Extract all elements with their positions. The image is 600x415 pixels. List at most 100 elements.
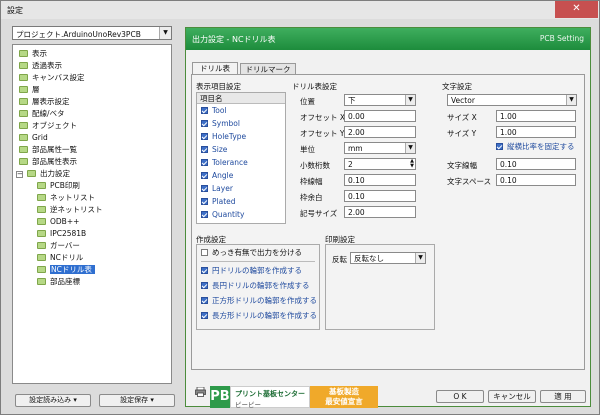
settings-tree[interactable]: 表示 透過表示 キャンバス設定 層 層表示設定 配線/ベタ オブジェクト Gri…: [12, 44, 172, 384]
apply-button[interactable]: 適 用: [540, 390, 586, 403]
ad-banner[interactable]: PB プリント基板センター ピーピー 基板製造 最安値宣言: [210, 386, 378, 409]
chevron-down-icon[interactable]: ▼: [405, 95, 415, 105]
checkbox-checked-icon[interactable]: [201, 133, 208, 140]
unit-select[interactable]: mm ▼: [344, 142, 416, 154]
checkbox-checked-icon[interactable]: [201, 120, 208, 127]
folder-icon: [37, 242, 46, 249]
checkbox-checked-icon[interactable]: [201, 146, 208, 153]
size-y-input[interactable]: 1.00: [496, 126, 576, 138]
ok-button[interactable]: O K: [436, 390, 484, 403]
list-item[interactable]: Tolerance: [201, 157, 248, 169]
tree-item-output[interactable]: 出力設定: [27, 168, 70, 180]
chevron-down-icon[interactable]: ▼: [405, 143, 415, 153]
create-rect-checkbox[interactable]: 長方形ドリルの輪郭を作成する: [201, 310, 317, 322]
list-item[interactable]: Size: [201, 144, 227, 156]
frame-width-input[interactable]: 0.10: [344, 174, 416, 186]
char-space-input[interactable]: 0.10: [496, 174, 576, 186]
tree-item-object[interactable]: オブジェクト: [19, 120, 77, 132]
checkbox-empty-icon[interactable]: [201, 249, 208, 256]
checkbox-checked-icon[interactable]: [496, 143, 503, 150]
window-title: 設定: [7, 6, 23, 15]
stroke-width-input[interactable]: 0.10: [496, 158, 576, 170]
offset-x-input[interactable]: 0.00: [344, 110, 416, 122]
list-item[interactable]: Layer: [201, 183, 233, 195]
tree-item-pcb-print[interactable]: PCB印刷: [37, 180, 80, 192]
folder-icon: [27, 170, 36, 177]
font-select[interactable]: Vector ▼: [447, 94, 577, 106]
create-circle-checkbox[interactable]: 円ドリルの輪郭を作成する: [201, 265, 302, 277]
tree-item-layer[interactable]: 層: [19, 84, 40, 96]
ad-middle: プリント基板センター ピーピー: [230, 386, 310, 409]
size-x-input[interactable]: 1.00: [496, 110, 576, 122]
frame-margin-input[interactable]: 0.10: [344, 190, 416, 202]
create-oval-checkbox[interactable]: 長円ドリルの輪郭を作成する: [201, 280, 310, 292]
checkbox-checked-icon[interactable]: [201, 198, 208, 205]
tree-item-part-coords[interactable]: 部品座標: [37, 276, 80, 288]
tree-item-gerber[interactable]: ガーバー: [37, 240, 80, 252]
project-select[interactable]: プロジェクト.ArduinoUnoRev3PCB ▼: [12, 26, 172, 40]
spin-arrows-icon[interactable]: ▲ ▼: [410, 159, 414, 169]
items-section-label: 表示項目設定: [196, 82, 241, 91]
tree-item-display[interactable]: 表示: [19, 48, 47, 60]
chevron-down-icon[interactable]: ▼: [566, 95, 576, 105]
flip-select[interactable]: 反転なし ▼: [350, 252, 426, 264]
tree-item-transparency[interactable]: 透過表示: [19, 60, 62, 72]
tree-item-grid[interactable]: Grid: [19, 132, 48, 144]
folder-icon: [19, 74, 28, 81]
symbol-size-label: 記号サイズ: [300, 209, 338, 218]
list-item[interactable]: Plated: [201, 196, 236, 208]
position-select[interactable]: 下 ▼: [344, 94, 416, 106]
checkbox-checked-icon[interactable]: [201, 185, 208, 192]
create-square-checkbox[interactable]: 正方形ドリルの輪郭を作成する: [201, 295, 317, 307]
folder-icon: [37, 230, 46, 237]
folder-icon: [19, 86, 28, 93]
checkbox-checked-icon[interactable]: [201, 211, 208, 218]
close-button[interactable]: ✕: [555, 1, 598, 18]
cancel-button[interactable]: キャンセル: [488, 390, 536, 403]
tree-item-canvas[interactable]: キャンバス設定: [19, 72, 85, 84]
offset-y-label: オフセット Y: [300, 129, 345, 138]
checkbox-checked-icon[interactable]: [201, 297, 208, 304]
tree-item-netlist[interactable]: ネットリスト: [37, 192, 95, 204]
checkbox-checked-icon[interactable]: [201, 267, 208, 274]
tree-item-routing[interactable]: 配線/ベタ: [19, 108, 65, 120]
tree-item-nc-drill-table[interactable]: NCドリル表: [37, 264, 95, 276]
folder-icon: [19, 98, 28, 105]
tree-item-part-attr-list[interactable]: 部品属性一覧: [19, 144, 77, 156]
list-item[interactable]: Symbol: [201, 118, 240, 130]
list-item[interactable]: Angle: [201, 170, 233, 182]
tree-item-reverse-netlist[interactable]: 逆ネットリスト: [37, 204, 103, 216]
tree-item-part-attr-display[interactable]: 部品属性表示: [19, 156, 77, 168]
decimals-label: 小数桁数: [300, 161, 330, 170]
create-settings-group: めっき有無で出力を分ける 円ドリルの輪郭を作成する 長円ドリルの輪郭を作成する …: [196, 244, 320, 330]
tree-item-odb[interactable]: ODB++: [37, 216, 79, 228]
save-settings-button[interactable]: 設定保存 ▾: [99, 394, 175, 407]
checkbox-checked-icon[interactable]: [201, 159, 208, 166]
checkbox-checked-icon[interactable]: [201, 282, 208, 289]
symbol-size-input[interactable]: 2.00: [344, 206, 416, 218]
flip-label: 反転: [332, 255, 347, 264]
chevron-down-icon[interactable]: ▼: [159, 27, 171, 39]
printer-icon[interactable]: [195, 386, 206, 397]
keep-ratio-checkbox[interactable]: 縦横比率を固定する: [496, 141, 575, 153]
list-item[interactable]: HoleType: [201, 131, 246, 143]
tree-item-layer-display[interactable]: 層表示設定: [19, 96, 70, 108]
tree-item-ipc2581b[interactable]: IPC2581B: [37, 228, 86, 240]
decimals-stepper[interactable]: 2 ▲ ▼: [344, 158, 416, 170]
checkbox-checked-icon[interactable]: [201, 312, 208, 319]
offset-y-input[interactable]: 2.00: [344, 126, 416, 138]
folder-icon: [37, 266, 46, 273]
list-item[interactable]: Tool: [201, 105, 227, 117]
split-plating-checkbox[interactable]: めっき有無で出力を分ける: [201, 247, 302, 259]
size-y-label: サイズ Y: [447, 129, 477, 138]
chevron-down-icon[interactable]: ▼: [415, 253, 425, 263]
checkbox-checked-icon[interactable]: [201, 172, 208, 179]
list-item[interactable]: Quantity: [201, 209, 244, 221]
load-settings-button[interactable]: 設定読み込み ▾: [15, 394, 91, 407]
items-list[interactable]: 項目名 Tool Symbol HoleType Size Tolerance …: [196, 92, 286, 224]
stroke-width-label: 文字線幅: [447, 161, 477, 170]
collapse-icon[interactable]: −: [16, 171, 23, 178]
checkbox-checked-icon[interactable]: [201, 107, 208, 114]
ad-logo: PB: [210, 386, 230, 408]
tree-item-nc-drill[interactable]: NCドリル: [37, 252, 83, 264]
